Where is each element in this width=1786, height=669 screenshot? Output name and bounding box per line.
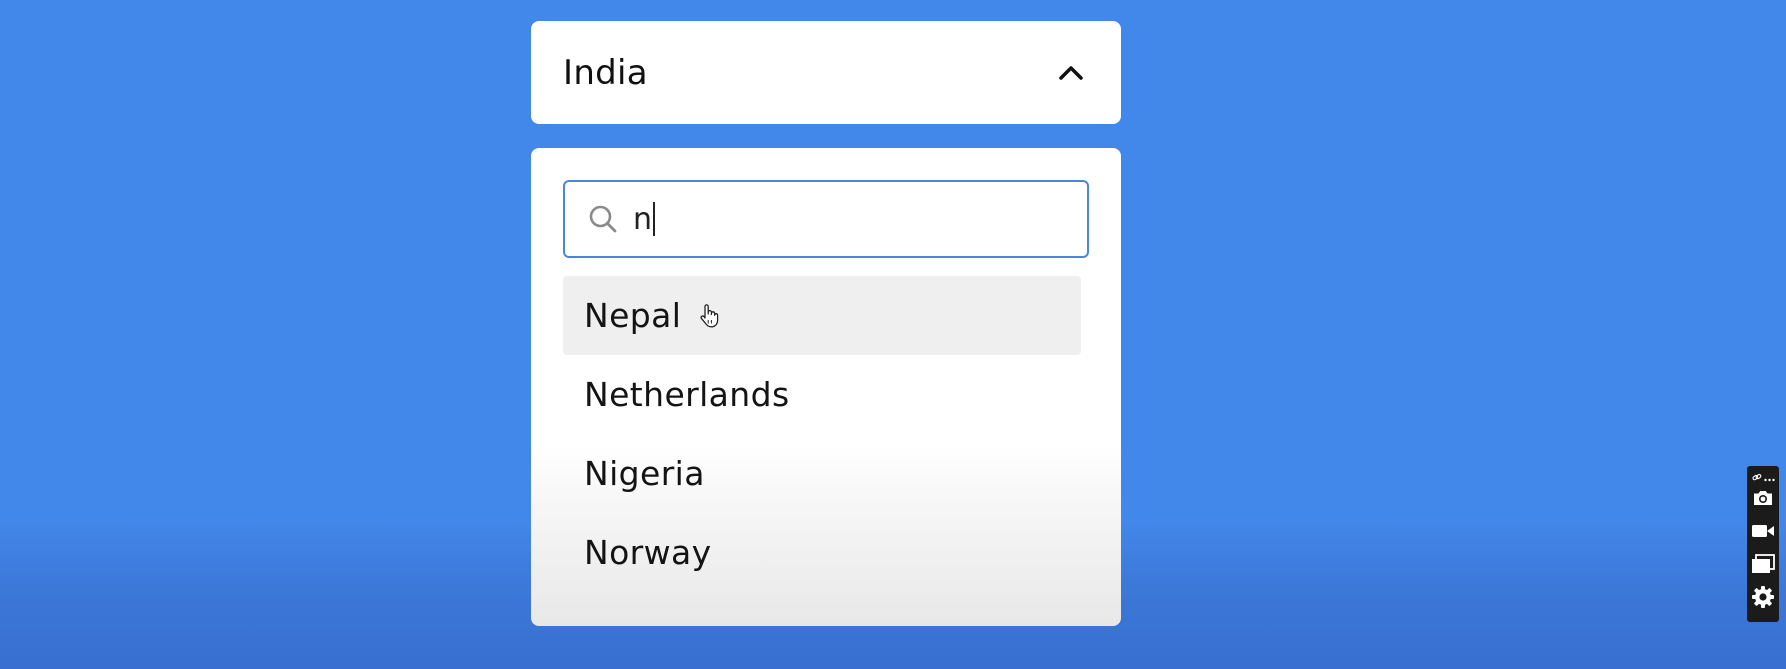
search-query: n bbox=[633, 201, 653, 237]
country-dropdown: n Nepal Netherlands Nigeria Norway bbox=[531, 148, 1121, 626]
option-nepal[interactable]: Nepal bbox=[563, 276, 1081, 355]
option-label: Nigeria bbox=[584, 454, 705, 493]
settings-button[interactable] bbox=[1749, 582, 1777, 615]
record-video-button[interactable] bbox=[1749, 516, 1777, 549]
window-capture-icon bbox=[1751, 553, 1775, 578]
video-camera-icon bbox=[1751, 523, 1775, 543]
search-icon bbox=[587, 203, 619, 235]
country-options-list: Nepal Netherlands Nigeria Norway bbox=[563, 276, 1081, 592]
window-capture-button[interactable] bbox=[1749, 549, 1777, 582]
option-norway[interactable]: Norway bbox=[563, 513, 1081, 592]
hand-pointer-icon bbox=[699, 303, 719, 329]
option-label: Netherlands bbox=[584, 375, 790, 414]
selected-country: India bbox=[563, 52, 648, 93]
gear-icon bbox=[1751, 585, 1775, 613]
search-field[interactable]: n bbox=[563, 180, 1089, 258]
chevron-up-icon[interactable] bbox=[1057, 59, 1085, 87]
screenshot-button[interactable] bbox=[1749, 483, 1777, 516]
search-input[interactable]: n bbox=[633, 201, 656, 237]
toolbar-header bbox=[1751, 469, 1775, 483]
option-label: Nepal bbox=[584, 296, 682, 335]
text-caret bbox=[653, 202, 656, 236]
option-label: Norway bbox=[584, 533, 712, 572]
country-select[interactable]: India bbox=[531, 21, 1121, 124]
capture-toolbar bbox=[1747, 466, 1779, 622]
option-netherlands[interactable]: Netherlands bbox=[563, 355, 1081, 434]
camera-icon bbox=[1752, 489, 1774, 511]
option-nigeria[interactable]: Nigeria bbox=[563, 434, 1081, 513]
